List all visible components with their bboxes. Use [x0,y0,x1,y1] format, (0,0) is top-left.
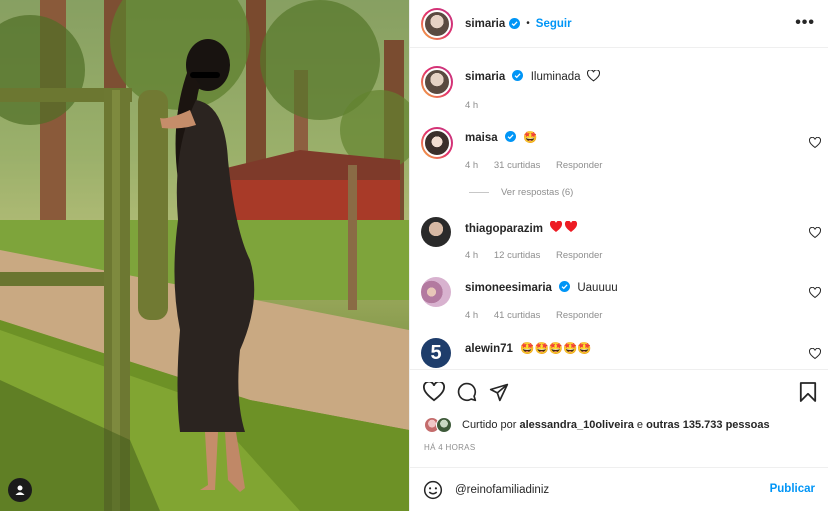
author-avatar[interactable] [421,7,453,40]
caption-text: Iluminada [530,71,581,83]
liker-avatars [424,417,456,433]
heart-outline-icon[interactable] [423,382,445,402]
comment-likes[interactable]: 41 curtidas [494,310,540,321]
commenter-avatar[interactable]: 5 [421,338,451,368]
comment-time: 4 h [465,310,479,321]
author-username[interactable]: simaria [465,18,505,30]
comment-text: 🤩🤩🤩🤩🤩 [520,343,592,355]
add-comment-bar: Publicar [410,467,828,511]
more-options-icon[interactable]: ••• [795,14,815,32]
verified-badge-icon [509,18,521,29]
verified-badge-icon [504,131,516,142]
view-replies-button[interactable]: Ver respostas (6) [469,187,573,198]
reply-button[interactable]: Responder [556,250,602,261]
commenter-avatar[interactable] [421,127,453,159]
comment-author[interactable]: thiagoparazim [465,223,543,235]
comment-like-icon[interactable] [809,287,821,299]
paper-plane-icon[interactable] [489,382,509,402]
comment-body: maisa 🤩 [465,131,795,146]
commenter-avatar[interactable] [421,277,451,307]
verified-badge-icon [559,281,571,292]
likes-summary: Curtido por alessandra_10oliveira e outr… [424,417,770,433]
verified-badge-icon [512,70,524,81]
post-timestamp[interactable]: HÁ 4 HORAS [424,443,475,452]
comment-author[interactable]: alewin71 [465,343,513,355]
comment-like-icon[interactable] [809,227,821,239]
likes-count[interactable]: outras 135.733 pessoas [646,419,770,431]
header-separator: • [526,18,530,29]
comment-body: thiagoparazim [465,220,795,237]
comment-body: simoneesimaria Uauuuu [465,281,795,296]
photo-scene [0,0,409,511]
comment-meta: 4 h 41 curtidas Responder [465,310,615,321]
smiley-icon[interactable] [423,480,443,500]
reply-button[interactable]: Responder [556,310,602,321]
comment-text: 🤩 [523,132,538,144]
caption-time: 4 h [465,100,479,111]
comment-meta: 4 h 12 curtidas Responder [465,250,615,261]
comment-likes[interactable]: 31 curtidas [494,160,540,171]
comment-author[interactable]: maisa [465,132,498,144]
comments-list: simaria Iluminada 4 h maisa 🤩 4 h 31 cur… [410,49,828,369]
comment-text: Uauuuu [577,282,618,294]
action-icons [423,382,509,402]
likes-prefix: Curtido por [462,419,517,431]
white-heart-emoji-icon [586,69,600,82]
user-tag-icon[interactable] [8,478,32,502]
comment-meta: 4 h 31 curtidas Responder [465,160,615,171]
bookmark-icon[interactable] [799,382,817,402]
post-header: simaria • Seguir ••• [410,0,828,48]
publish-button[interactable]: Publicar [770,483,815,495]
post-details-panel: simaria • Seguir ••• simaria Iluminada 4… [409,0,828,511]
comment-time: 4 h [465,160,479,171]
caption-avatar[interactable] [421,66,453,98]
view-replies-label: Ver respostas (6) [501,187,574,198]
post-photo[interactable] [0,0,409,511]
likes-and: e [636,419,644,431]
speech-bubble-icon[interactable] [457,382,477,402]
caption-meta: 4 h [465,100,491,111]
caption-author[interactable]: simaria [465,71,505,83]
comment-input[interactable] [455,483,745,496]
follow-button[interactable]: Seguir [536,18,572,30]
comment-like-icon[interactable] [809,137,821,149]
post-actions: Curtido por alessandra_10oliveira e outr… [410,369,828,467]
comment-time: 4 h [465,250,479,261]
caption-body: simaria Iluminada [465,69,795,85]
comment-like-icon[interactable] [809,348,821,360]
comment-author[interactable]: simoneesimaria [465,282,552,294]
commenter-avatar[interactable] [421,217,451,247]
replies-divider [469,192,489,193]
comment-body: alewin71 🤩🤩🤩🤩🤩 [465,342,795,357]
reply-button[interactable]: Responder [556,160,602,171]
comment-likes[interactable]: 12 curtidas [494,250,540,261]
liker-username[interactable]: alessandra_10oliveira [519,419,633,431]
red-hearts-emoji-icon [550,220,578,232]
